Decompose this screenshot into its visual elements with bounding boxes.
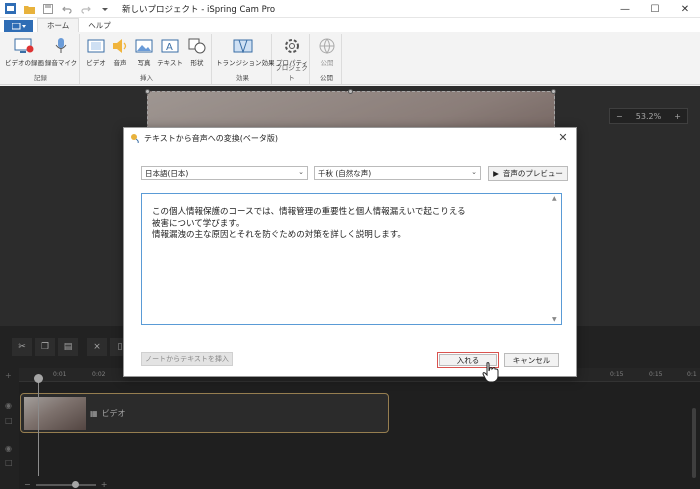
record-audio-button[interactable]: 録音マイク xyxy=(44,37,78,67)
close-icon[interactable]: ✕ xyxy=(556,130,570,144)
speaker-icon xyxy=(110,37,130,55)
window-title: 新しいプロジェクト - iSpring Cam Pro xyxy=(122,4,276,15)
file-menu-button[interactable] xyxy=(4,20,33,32)
text-to-speech-dialog: テキストから音声への変換(ベータ版) ✕ 日本語(日本) ⌄ 千秋 (自然な声)… xyxy=(123,127,577,377)
scroll-up-icon[interactable]: ▲ xyxy=(552,195,557,202)
shape-icon xyxy=(187,37,207,55)
open-folder-icon[interactable] xyxy=(23,3,35,15)
app-icon xyxy=(4,3,16,15)
speech-text-input[interactable]: この個人情報保護のコースでは、情報管理の重要性と個人情報漏えいで起こりえる 被害… xyxy=(141,193,562,325)
voice-preview-button[interactable]: ▶ 音声のプレビュー xyxy=(488,166,568,181)
dialog-title: テキストから音声への変換(ベータ版) xyxy=(144,133,279,143)
svg-text:A: A xyxy=(166,42,173,53)
speech-icon xyxy=(130,133,140,143)
chevron-down-icon: ⌄ xyxy=(298,168,304,176)
insert-photo-button[interactable]: 写真 xyxy=(133,37,155,67)
redo-icon[interactable] xyxy=(80,3,92,15)
microphone-icon xyxy=(51,37,71,55)
voice-select[interactable]: 千秋 (自然な声) ⌄ xyxy=(314,166,481,180)
save-icon[interactable] xyxy=(42,3,54,15)
publish-button[interactable]: 公開 xyxy=(315,37,339,67)
title-bar: 新しいプロジェクト - iSpring Cam Pro — ☐ ✕ xyxy=(0,0,700,18)
tab-help[interactable]: ヘルプ xyxy=(79,18,120,32)
speech-text: この個人情報保護のコースでは、情報管理の重要性と個人情報漏えいで起こりえる 被害… xyxy=(152,207,466,240)
ribbon-group-effects: トランジション効果 効果 xyxy=(214,34,275,84)
ribbon-group-publish: 公開 公開 xyxy=(312,34,342,84)
text-scrollbar[interactable]: ▲ ▼ xyxy=(550,194,561,324)
hand-cursor-icon xyxy=(482,362,499,383)
ribbon-group-project: プロパティ プロジェクト xyxy=(274,34,310,84)
customize-quick-access-icon[interactable] xyxy=(99,3,111,15)
text-icon: A xyxy=(160,37,180,55)
ribbon: ビデオの録画 録音マイク 記録 ビデオ 音声 写真 A テキスト 形状 挿入 ト… xyxy=(0,32,700,85)
undo-icon[interactable] xyxy=(61,3,73,15)
screen-record-icon xyxy=(14,37,34,55)
film-icon xyxy=(86,37,106,55)
chevron-down-icon: ⌄ xyxy=(471,168,477,176)
cancel-button[interactable]: キャンセル xyxy=(504,353,559,367)
scroll-down-icon[interactable]: ▼ xyxy=(552,316,557,323)
insert-video-button[interactable]: ビデオ xyxy=(85,37,107,67)
play-icon: ▶ xyxy=(493,169,499,178)
dialog-title-bar: テキストから音声への変換(ベータ版) xyxy=(124,128,576,148)
globe-icon xyxy=(317,37,337,55)
ribbon-group-insert: ビデオ 音声 写真 A テキスト 形状 挿入 xyxy=(82,34,212,84)
transition-effects-button[interactable]: トランジション効果 xyxy=(216,37,275,67)
insert-shape-button[interactable]: 形状 xyxy=(185,37,209,67)
ribbon-tabs: ホーム ヘルプ xyxy=(0,18,700,32)
gear-icon xyxy=(282,37,302,55)
record-video-button[interactable]: ビデオの録画 xyxy=(5,37,44,67)
close-icon[interactable]: ✕ xyxy=(670,0,700,18)
language-select[interactable]: 日本語(日本) ⌄ xyxy=(141,166,308,180)
ribbon-group-record: ビデオの録画 録音マイク 記録 xyxy=(2,34,80,84)
maximize-icon[interactable]: ☐ xyxy=(640,0,670,18)
image-icon xyxy=(134,37,154,55)
insert-text-button[interactable]: A テキスト xyxy=(157,37,183,67)
insert-from-notes-button[interactable]: ノートからテキストを挿入 xyxy=(141,352,233,366)
minimize-icon[interactable]: — xyxy=(610,0,640,18)
insert-audio-button[interactable]: 音声 xyxy=(109,37,131,67)
transition-icon xyxy=(233,37,253,55)
tab-home[interactable]: ホーム xyxy=(37,18,80,32)
